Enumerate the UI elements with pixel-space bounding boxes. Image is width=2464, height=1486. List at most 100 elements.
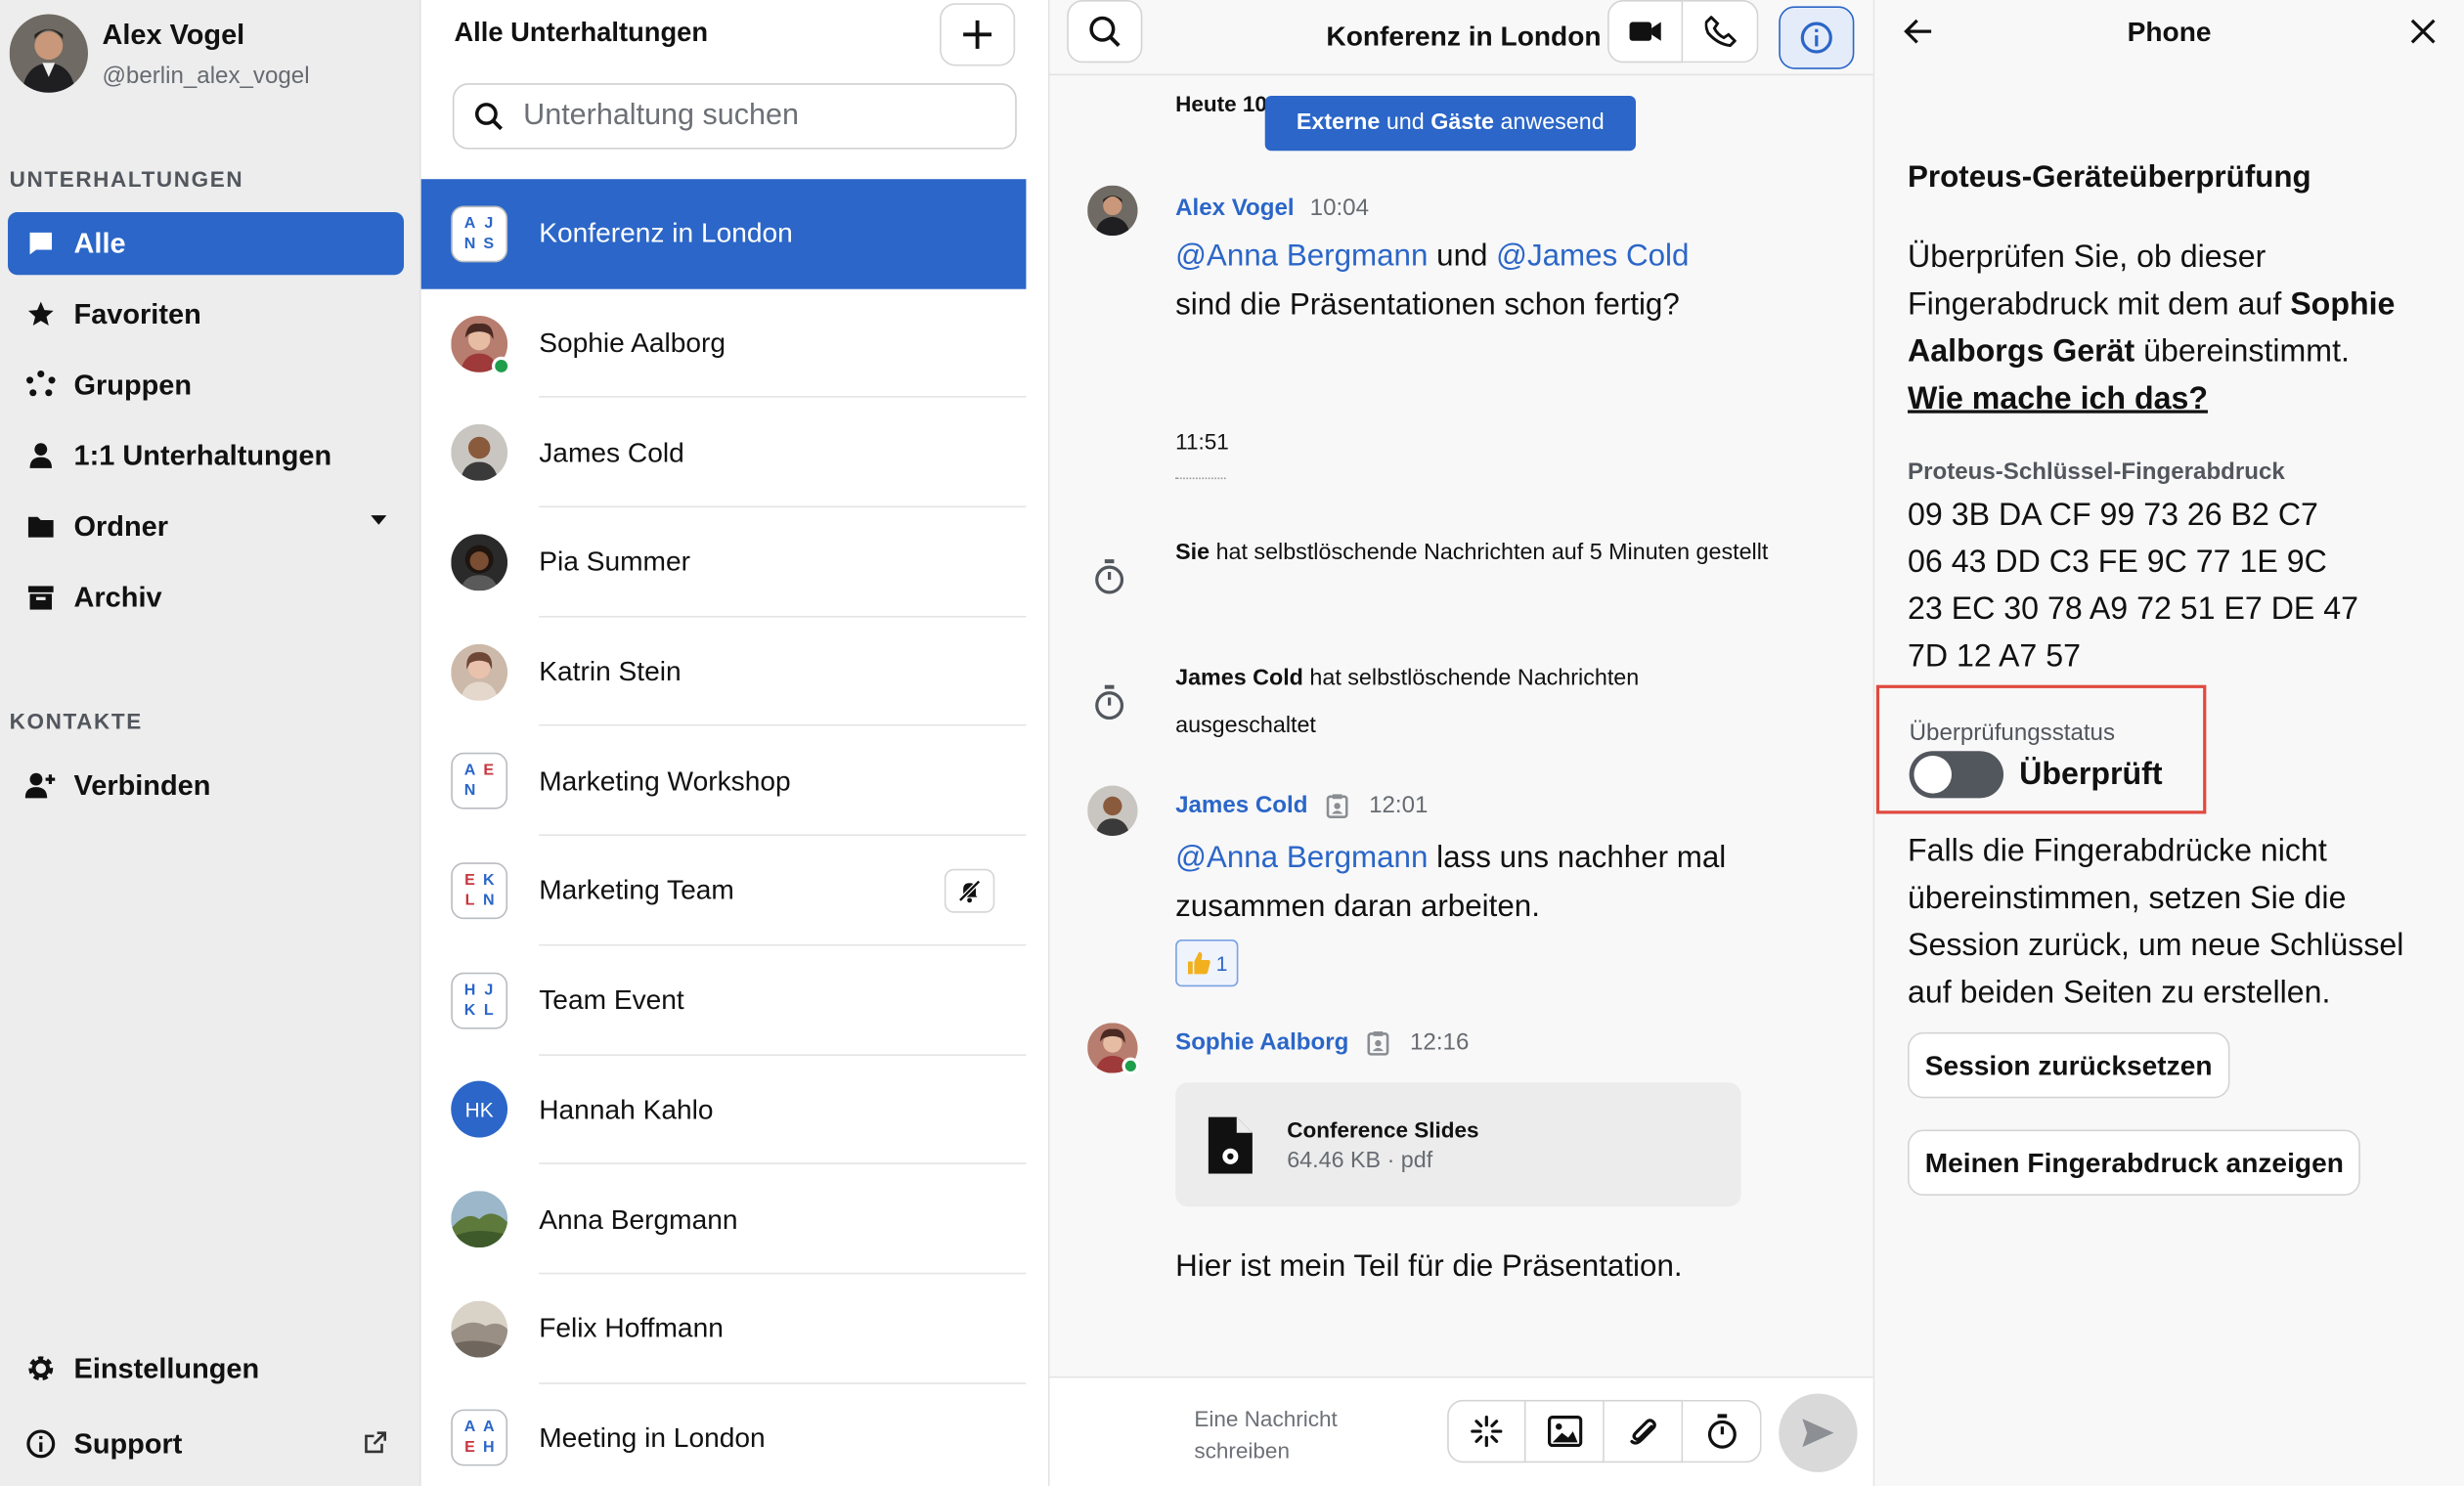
message-header: James Cold 12:01 — [1175, 792, 1428, 818]
online-indicator — [1122, 1057, 1140, 1075]
conversation-item[interactable]: EKLN Marketing Team — [421, 836, 1027, 945]
audio-call-button[interactable] — [1683, 0, 1759, 64]
group-avatar: AAEH — [451, 1410, 508, 1467]
show-fingerprint-button[interactable]: Meinen Fingerabdruck anzeigen — [1908, 1129, 2361, 1197]
sidebar-item-groups[interactable]: Gruppen — [8, 354, 404, 416]
image-button[interactable] — [1525, 1399, 1605, 1464]
avatar[interactable] — [1087, 785, 1138, 836]
sidebar-item-label: Alle — [73, 227, 126, 259]
chevron-down-icon[interactable] — [370, 514, 388, 527]
conversation-name: Pia Summer — [539, 546, 690, 578]
conversation-item[interactable]: Sophie Aalborg — [421, 288, 1027, 398]
mute-button[interactable] — [944, 868, 995, 913]
verification-status-highlight: Überprüfungsstatus Überprüft — [1875, 684, 2207, 814]
conversation-item[interactable]: Pia Summer — [421, 507, 1027, 617]
avatar — [451, 643, 508, 701]
help-link[interactable]: Wie mache ich das? — [1908, 382, 2208, 416]
info-icon — [1799, 20, 1833, 54]
paperclip-icon — [1627, 1414, 1658, 1448]
sidebar-item-label: Gruppen — [73, 368, 193, 401]
ping-button[interactable] — [1447, 1399, 1526, 1464]
user-avatar[interactable] — [9, 14, 88, 93]
avatar — [451, 1300, 508, 1358]
message-author[interactable]: Alex Vogel — [1175, 195, 1294, 221]
sidebar-item-support[interactable]: Support — [8, 1413, 404, 1475]
message-input[interactable]: Eine Nachricht schreiben — [1194, 1403, 1383, 1465]
sidebar-item-settings[interactable]: Einstellungen — [8, 1337, 404, 1400]
message-text: @Anna Bergmann und @James Cold sind die P… — [1175, 239, 1690, 323]
conversation-info-button[interactable] — [1779, 5, 1855, 68]
time-separator-line — [1175, 477, 1226, 480]
sidebar-item-label: Archiv — [73, 580, 162, 612]
conversation-name: Meeting in London — [539, 1421, 766, 1454]
conversation-item[interactable]: HJKL Team Event — [421, 945, 1027, 1055]
conversation-item[interactable]: James Cold — [421, 398, 1027, 507]
sidebar-item-archive[interactable]: Archiv — [8, 566, 404, 629]
verification-toggle[interactable] — [1909, 751, 2004, 799]
conversation-search[interactable]: Unterhaltung suchen — [452, 83, 1017, 150]
conversation-name: Felix Hoffmann — [539, 1312, 724, 1344]
image-icon — [1547, 1415, 1582, 1448]
folder-icon — [23, 509, 58, 544]
avatar[interactable] — [1087, 185, 1138, 237]
conversation-item[interactable]: Anna Bergmann — [421, 1164, 1027, 1274]
file-attachment[interactable]: Conference Slides 64.46 KB · pdf — [1175, 1082, 1741, 1207]
video-call-button[interactable] — [1607, 0, 1684, 64]
panel-title: Phone — [2127, 16, 2212, 48]
conversation-name: Marketing Workshop — [539, 765, 791, 797]
timer-icon — [1092, 683, 1126, 721]
conversation-list-title: Alle Unterhaltungen — [454, 17, 709, 48]
device-verification-panel: Phone Proteus-Geräteüberprüfung Überprüf… — [1874, 0, 2464, 1486]
conversation-item[interactable]: HK Hannah Kahlo — [421, 1055, 1027, 1164]
new-conversation-button[interactable] — [940, 3, 1016, 66]
bell-off-icon — [957, 878, 983, 903]
guest-badge-icon — [1367, 1029, 1389, 1055]
contacts-section-label: KONTAKTE — [9, 708, 143, 734]
mention[interactable]: @James Cold — [1496, 239, 1689, 273]
avatar[interactable] — [1087, 1023, 1140, 1075]
reset-session-button[interactable]: Session zurücksetzen — [1908, 1031, 2230, 1099]
conversations-section-label: UNTERHALTUNGEN — [9, 166, 244, 193]
message-composer: Eine Nachricht schreiben — [1049, 1376, 1873, 1486]
reaction-chip[interactable]: 1 — [1175, 940, 1239, 987]
search-input[interactable]: Unterhaltung suchen — [523, 99, 799, 133]
message-time: 10:04 — [1309, 195, 1370, 222]
sidebar-item-label: Favoriten — [73, 297, 201, 329]
user-profile[interactable]: Alex Vogel @berlin_alex_vogel — [0, 0, 419, 107]
group-avatar: AJNS — [451, 205, 508, 263]
search-icon — [1087, 14, 1122, 48]
group-avatar: EKLN — [451, 862, 508, 920]
conversation-item[interactable]: AEN Marketing Workshop — [421, 726, 1027, 836]
message-author[interactable]: James Cold — [1175, 792, 1307, 818]
add-person-icon — [23, 768, 58, 803]
sidebar-item-favorites[interactable]: Favoriten — [8, 283, 404, 345]
sidebar-item-one-to-one[interactable]: 1:1 Unterhaltungen — [8, 424, 404, 487]
attach-file-button[interactable] — [1604, 1399, 1684, 1464]
search-button[interactable] — [1067, 0, 1143, 64]
mention[interactable]: @Anna Bergmann — [1175, 239, 1428, 273]
timer-button[interactable] — [1683, 1399, 1762, 1464]
initials-avatar: HK — [451, 1081, 508, 1139]
video-camera-icon — [1628, 19, 1662, 44]
sidebar-item-folders[interactable]: Ordner — [8, 495, 404, 557]
sidebar-item-connect[interactable]: Verbinden — [8, 754, 404, 816]
verification-description: Überprüfen Sie, ob dieser Fingerabdruck … — [1908, 240, 2396, 416]
conversation-item[interactable]: AAEH Meeting in London — [421, 1383, 1027, 1486]
plus-icon — [960, 18, 994, 52]
conversation-name: Sophie Aalborg — [539, 327, 726, 359]
mention[interactable]: @Anna Bergmann — [1175, 841, 1428, 875]
send-button[interactable] — [1779, 1393, 1858, 1472]
conversation-item[interactable]: AJNS Konferenz in London — [420, 179, 1027, 289]
chat-bubble-icon — [23, 226, 58, 260]
message-text: @Anna Bergmann lass uns nachher mal zusa… — [1175, 840, 1727, 924]
conversation-item[interactable]: Felix Hoffmann — [421, 1274, 1027, 1383]
close-icon[interactable] — [2407, 16, 2439, 47]
message-author[interactable]: Sophie Aalborg — [1175, 1029, 1348, 1056]
conversation-item[interactable]: Katrin Stein — [421, 617, 1027, 726]
verification-status-value: Überprüft — [2019, 757, 2163, 792]
sidebar-item-all[interactable]: Alle — [8, 211, 405, 276]
sidebar-item-label: Einstellungen — [73, 1351, 260, 1384]
info-icon — [23, 1426, 58, 1461]
message-text: Hier ist mein Teil für die Präsentation. — [1175, 1248, 1683, 1285]
time-separator: 11:51 — [1175, 428, 1229, 455]
